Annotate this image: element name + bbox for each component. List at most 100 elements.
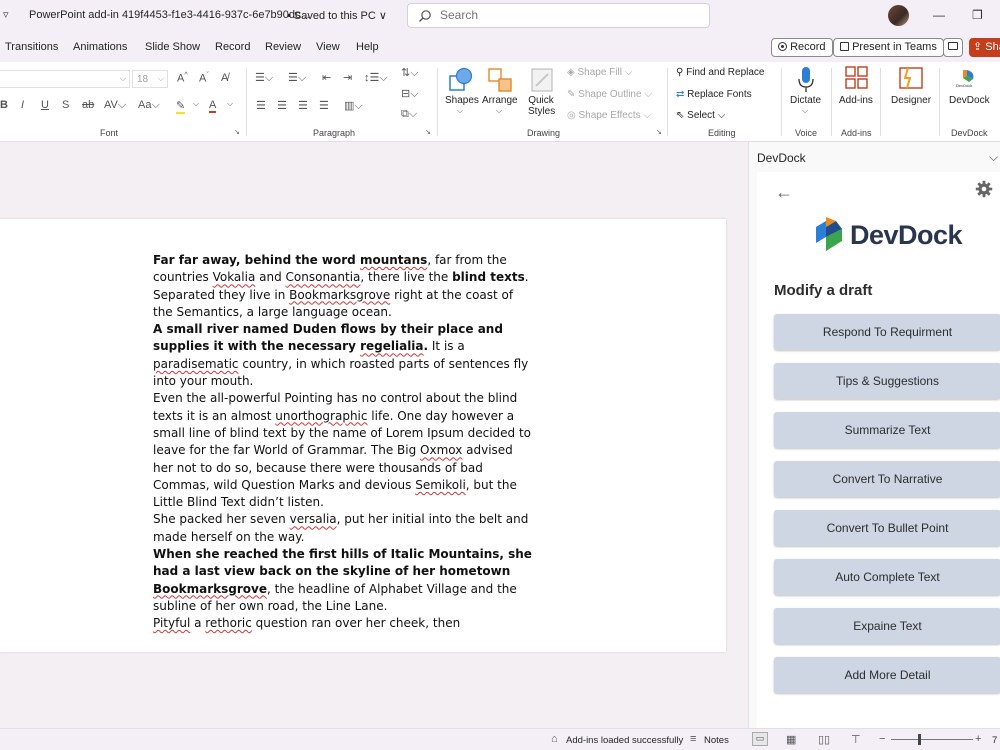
reading-view-icon[interactable]: ▯▯	[818, 733, 830, 746]
grow-font-icon[interactable]: A^	[177, 72, 188, 85]
shrink-font-icon[interactable]: Aˇ	[199, 72, 209, 85]
chevron-down-icon: ⌵	[119, 74, 126, 83]
align-left-icon[interactable]: ☰	[256, 99, 266, 112]
tab-slide-show[interactable]: Slide Show	[145, 41, 200, 53]
shapes-icon[interactable]	[447, 66, 475, 97]
shape-fill-button[interactable]: ◈ Shape Fill ⌵	[567, 67, 632, 78]
text-shadow-icon[interactable]: S	[62, 99, 69, 111]
replace-fonts-button[interactable]: ⇄ Replace Fonts	[676, 89, 752, 100]
zoom-out-icon[interactable]: −	[879, 733, 885, 745]
chevron-down-icon[interactable]: ⌵	[496, 106, 502, 116]
search-input[interactable]	[440, 8, 700, 22]
font-size-box[interactable]: 18 ⌵	[132, 70, 168, 88]
tab-view[interactable]: View	[316, 41, 340, 53]
chevron-down-icon[interactable]: ⌵	[457, 106, 463, 116]
user-avatar[interactable]	[888, 5, 909, 26]
save-status-dropdown[interactable]: • Saved to this PC ∨	[287, 9, 387, 22]
chevron-down-icon[interactable]: ⌵	[989, 150, 998, 165]
shape-effects-button[interactable]: ◎ Shape Effects ⌵	[567, 110, 651, 121]
select-button[interactable]: ⇖ Select ⌵	[676, 110, 725, 121]
align-center-icon[interactable]: ☰	[277, 99, 287, 112]
back-arrow-icon[interactable]: ←	[775, 182, 793, 203]
auto-complete-text-button[interactable]: Auto Complete Text	[774, 559, 1000, 595]
quick-styles-icon[interactable]	[529, 66, 557, 97]
arrange-label[interactable]: Arrange	[482, 95, 518, 106]
record-button[interactable]: Record	[771, 38, 833, 57]
dictate-label[interactable]: Dictate	[790, 95, 821, 106]
slide-text-box[interactable]: Far far away, behind the word mountans, …	[153, 252, 535, 633]
devdock-ribbon-label[interactable]: DevDock	[949, 95, 990, 106]
notes-icon[interactable]: ≡	[690, 733, 696, 745]
align-text-icon[interactable]: ⊟⌵	[401, 87, 419, 101]
smartart-icon[interactable]: ⧉⌵	[401, 108, 417, 121]
task-pane-title: DevDock	[757, 151, 806, 165]
zoom-in-icon[interactable]: +	[975, 733, 981, 745]
zoom-slider[interactable]	[891, 734, 973, 745]
find-and-replace-button[interactable]: ⚲ Find and Replace	[676, 67, 765, 78]
add-ins-label[interactable]: Add-ins	[839, 95, 873, 106]
designer-label[interactable]: Designer	[891, 95, 931, 106]
quick-access-menu-icon[interactable]: ▿	[3, 8, 9, 21]
italic-icon[interactable]: I	[21, 99, 24, 111]
devdock-ribbon-icon[interactable]: DevDock	[956, 68, 978, 91]
drawing-group-label: Drawing	[527, 128, 561, 138]
numbering-icon[interactable]: ☰⌵	[288, 71, 306, 85]
line-spacing-icon[interactable]: ↕☰⌵	[364, 71, 388, 85]
tab-transitions[interactable]: Transitions	[5, 41, 58, 53]
add-more-detail-button[interactable]: Add More Detail	[774, 657, 1000, 693]
font-family-box[interactable]: ⌵	[0, 70, 130, 88]
tab-animations[interactable]: Animations	[73, 41, 127, 53]
quick-styles-label[interactable]: Quick Styles	[528, 95, 555, 117]
shape-outline-button[interactable]: ✎ Shape Outline ⌵	[567, 89, 652, 100]
explain-text-button[interactable]: Expaine Text	[774, 608, 1000, 644]
columns-icon[interactable]: ▥⌵	[344, 99, 363, 113]
align-right-icon[interactable]: ☰	[298, 99, 308, 112]
decrease-indent-icon[interactable]: ⇤	[322, 71, 331, 84]
text-direction-icon[interactable]: ⇅⌵	[401, 66, 419, 80]
bold-icon[interactable]: B	[0, 99, 8, 111]
gear-icon[interactable]	[975, 180, 993, 198]
zoom-level[interactable]: 7	[992, 735, 997, 746]
convert-to-narrative-button[interactable]: Convert To Narrative	[774, 461, 1000, 497]
notes-button[interactable]: Notes	[704, 735, 729, 746]
add-ins-status-text[interactable]: Add-ins loaded successfully	[566, 735, 683, 746]
dialog-launcher-icon[interactable]: ↘	[234, 128, 240, 136]
tab-help[interactable]: Help	[356, 41, 379, 53]
highlight-color-icon[interactable]: ✎	[176, 99, 186, 114]
summarize-text-button[interactable]: Summarize Text	[774, 412, 1000, 448]
normal-view-icon[interactable]: ▭	[752, 732, 768, 746]
justify-icon[interactable]: ☰	[319, 99, 329, 112]
chevron-down-icon[interactable]: ⌵	[802, 106, 808, 116]
comments-button[interactable]	[943, 38, 963, 57]
chevron-down-icon[interactable]: ⌵	[193, 99, 199, 109]
character-spacing-icon[interactable]: AV⌵	[104, 99, 126, 112]
tips-suggestions-button[interactable]: Tips & Suggestions	[774, 363, 1000, 399]
convert-to-bullet-point-button[interactable]: Convert To Bullet Point	[774, 510, 1000, 546]
respond-to-requirement-button[interactable]: Respond To Requirment	[774, 314, 1000, 350]
clear-formatting-icon[interactable]: A̸	[221, 72, 228, 84]
minimize-icon[interactable]: —	[933, 8, 945, 22]
search-box[interactable]	[407, 3, 710, 28]
slide-show-icon[interactable]: ⊤	[851, 733, 861, 746]
designer-icon[interactable]	[898, 65, 924, 94]
bullets-icon[interactable]: ☰⌵	[255, 71, 273, 85]
increase-indent-icon[interactable]: ⇥	[343, 71, 352, 84]
strikethrough-icon[interactable]: ab	[82, 99, 94, 111]
tab-review[interactable]: Review	[265, 41, 301, 53]
font-color-icon[interactable]: A	[209, 99, 217, 113]
dialog-launcher-icon[interactable]: ↘	[656, 128, 662, 136]
slide-sorter-icon[interactable]: ▦	[786, 733, 796, 746]
present-in-teams-button[interactable]: Present in Teams	[833, 38, 944, 57]
arrange-icon[interactable]	[486, 66, 514, 97]
zoom-slider-thumb[interactable]	[918, 734, 921, 745]
dialog-launcher-icon[interactable]: ↘	[425, 128, 431, 136]
microphone-icon[interactable]	[796, 65, 816, 98]
tab-record[interactable]: Record	[215, 41, 250, 53]
add-ins-icon[interactable]	[845, 66, 869, 93]
chevron-down-icon[interactable]: ⌵	[227, 99, 233, 109]
underline-icon[interactable]: U	[41, 99, 49, 111]
restore-icon[interactable]: ❐	[972, 8, 983, 22]
share-button[interactable]: ⇪ Sha	[969, 38, 1000, 57]
shapes-label[interactable]: Shapes	[445, 95, 479, 106]
change-case-icon[interactable]: Aa⌵	[138, 99, 160, 112]
